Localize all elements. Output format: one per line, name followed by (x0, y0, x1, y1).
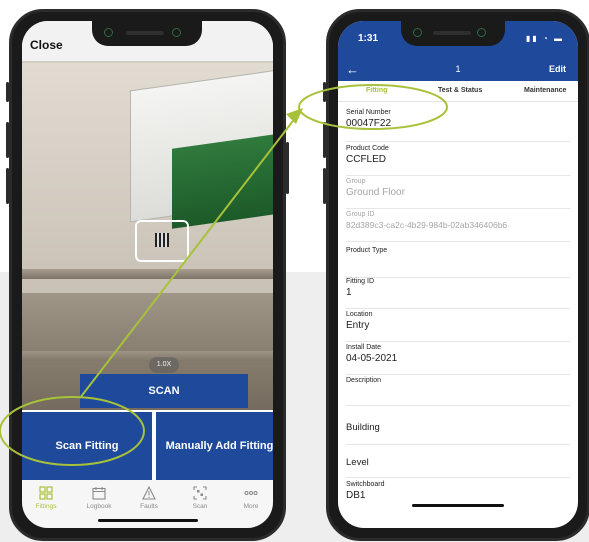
right-phone-frame: 1:31 ▮▮ ◔ ▬ ← 1 Edit Fitting Test & Stat… (323, 9, 589, 541)
scan-button[interactable]: SCAN (80, 374, 248, 408)
mute-switch (323, 82, 326, 102)
field-label: Description (346, 377, 382, 384)
field-label: Product Code (346, 145, 389, 152)
field-label: Serial Number (346, 109, 391, 116)
tab-label: Logbook (86, 503, 112, 510)
field-group-id: Group ID 82d389c3-ca2c-4b29-984b-02ab346… (346, 211, 570, 242)
calendar-icon (92, 487, 106, 500)
power-button (286, 142, 289, 194)
nav-bar: ← 1 Edit (338, 59, 578, 81)
tab-label: Faults (140, 503, 158, 510)
scan-fitting-button[interactable]: Scan Fitting (22, 412, 152, 480)
page-title: 1 (455, 64, 461, 74)
tab-label: Fittings (35, 503, 57, 510)
field-install-date[interactable]: Install Date 04-05-2021 (346, 344, 570, 375)
tab-more[interactable]: More (231, 486, 271, 510)
qr-scan-icon (193, 486, 207, 500)
field-level[interactable]: Level (346, 449, 570, 478)
scan-target-frame (135, 220, 189, 262)
action-row: Scan Fitting Manually Add Fitting (22, 410, 273, 480)
home-indicator (412, 504, 504, 507)
field-building[interactable]: Building (346, 416, 570, 445)
camera-shelf-lower (22, 351, 273, 361)
tab-label: Scan (192, 503, 208, 510)
close-button[interactable]: Close (30, 38, 63, 52)
tab-label: More (243, 503, 259, 510)
field-label: Group ID (346, 211, 375, 218)
field-label: Install Date (346, 344, 382, 351)
status-time: 1:31 (358, 33, 379, 44)
field-value: 00047F22 (346, 118, 392, 129)
field-value: DB1 (346, 490, 366, 501)
field-product-type[interactable]: Product Type (346, 247, 570, 278)
camera-notch (401, 20, 505, 46)
field-label: Level (346, 457, 369, 468)
edit-button[interactable]: Edit (549, 64, 566, 74)
field-description[interactable]: Description (346, 377, 570, 406)
field-serial-number[interactable]: Serial Number 00047F22 (346, 109, 570, 142)
left-screen: Close 1.0X SCAN Scan Fitting Manually Ad… (22, 21, 273, 528)
field-label: Fitting ID (346, 278, 375, 285)
field-value: Ground Floor (346, 187, 405, 198)
more-icon (244, 491, 258, 495)
field-label: Group (346, 178, 366, 185)
field-label: Location (346, 311, 373, 318)
manually-add-fitting-button[interactable]: Manually Add Fitting (156, 412, 273, 480)
camera-notch (92, 20, 202, 46)
field-value: CCFLED (346, 154, 387, 165)
volume-down-button (323, 168, 326, 204)
field-value: 1 (346, 287, 352, 298)
grid-icon (39, 486, 53, 500)
field-product-code[interactable]: Product Code CCFLED (346, 145, 570, 176)
left-phone-frame: Close 1.0X SCAN Scan Fitting Manually Ad… (6, 9, 289, 541)
volume-down-button (6, 168, 9, 204)
field-value: 04-05-2021 (346, 353, 398, 364)
exit-sign-green-panel (172, 133, 273, 229)
zoom-level-pill[interactable]: 1.0X (149, 357, 179, 373)
field-label: Product Type (346, 247, 388, 254)
tab-fittings[interactable]: Fittings (26, 486, 66, 510)
field-label: Switchboard (346, 481, 385, 488)
warning-icon (142, 486, 156, 500)
mute-switch (6, 82, 9, 102)
field-value: Entry (346, 320, 370, 331)
tab-faults[interactable]: Faults (129, 486, 169, 510)
field-location[interactable]: Location Entry (346, 311, 570, 342)
field-label: Building (346, 422, 380, 433)
sub-tab-bar: Fitting Test & Status Maintenance (338, 83, 578, 102)
signal-wifi-battery-icon: ▮▮ ◔ ▬ (525, 34, 564, 43)
arrow-head-icon (286, 108, 303, 124)
tab-scan[interactable]: Scan (180, 486, 220, 510)
home-indicator (97, 519, 198, 522)
field-fitting-id[interactable]: Fitting ID 1 (346, 278, 570, 309)
volume-up-button (323, 122, 326, 158)
right-screen: 1:31 ▮▮ ◔ ▬ ← 1 Edit Fitting Test & Stat… (338, 21, 578, 528)
tab-maintenance[interactable]: Maintenance (524, 87, 566, 94)
field-value: 82d389c3-ca2c-4b29-984b-02ab346406b6 (346, 220, 508, 230)
tab-fitting[interactable]: Fitting (366, 87, 387, 94)
field-group: Group Ground Floor (346, 178, 570, 209)
tab-logbook[interactable]: Logbook (79, 486, 119, 510)
camera-shelf (22, 269, 273, 279)
tab-test-status[interactable]: Test & Status (438, 87, 482, 94)
volume-up-button (6, 122, 9, 158)
